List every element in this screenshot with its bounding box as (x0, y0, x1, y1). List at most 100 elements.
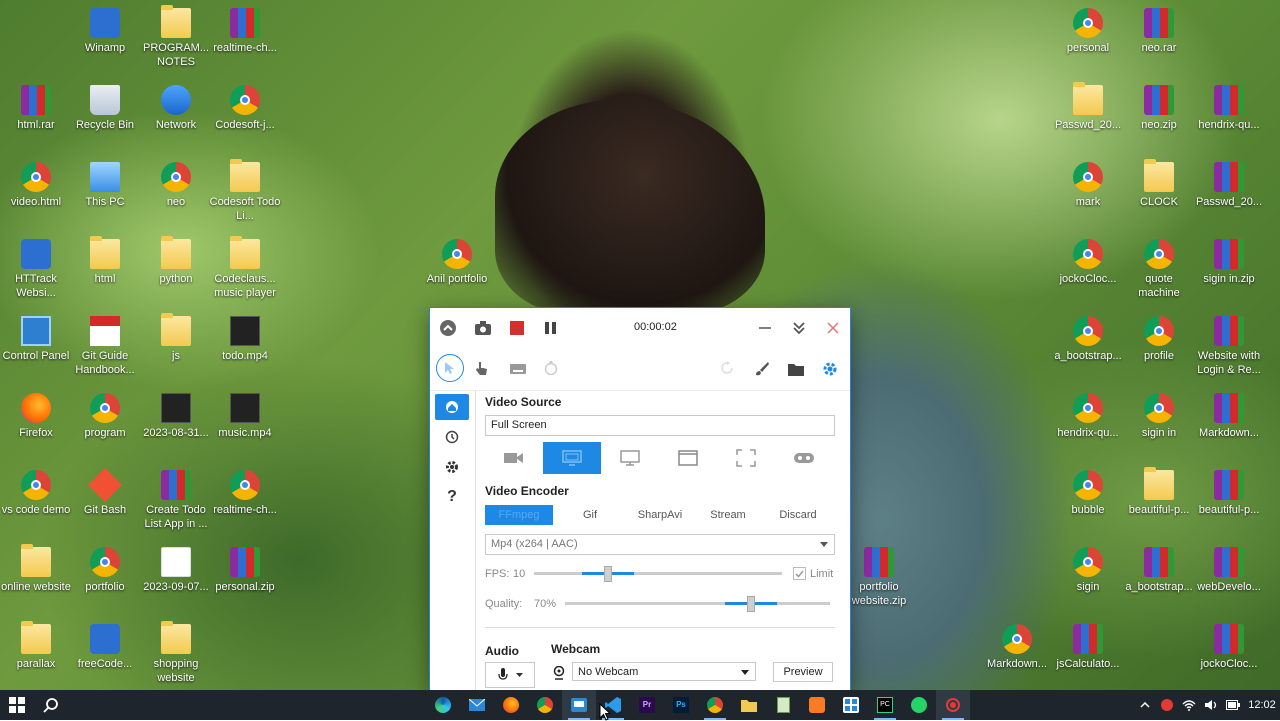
taskbar-explorer[interactable] (732, 690, 766, 720)
desktop-icon[interactable]: Create Todo List App in ... (140, 470, 212, 531)
source-webcam-button[interactable] (485, 442, 543, 474)
source-game-button[interactable] (775, 442, 833, 474)
taskbar-calculator[interactable] (834, 690, 868, 720)
desktop-icon[interactable]: hendrix-qu... (1052, 393, 1124, 440)
source-window-button[interactable] (659, 442, 717, 474)
collapse-button[interactable] (430, 308, 466, 348)
desktop-icon[interactable]: HTTrack Websi... (0, 239, 72, 300)
audio-device-button[interactable] (485, 662, 535, 688)
desktop-icon[interactable]: Control Panel (0, 316, 72, 363)
taskbar-notepad[interactable] (766, 690, 800, 720)
desktop-icon[interactable]: neo (140, 162, 212, 209)
search-button[interactable] (34, 690, 68, 720)
taskbar-whatsapp[interactable] (902, 690, 936, 720)
desktop-icon[interactable]: python (140, 236, 212, 286)
desktop-icon[interactable]: profile (1123, 316, 1195, 363)
desktop-icon[interactable]: video.html (0, 162, 72, 209)
taskbar-photoshop[interactable]: Ps (664, 690, 698, 720)
stop-record-button[interactable] (500, 308, 534, 348)
limit-checkbox[interactable] (793, 567, 806, 580)
desktop-icon[interactable]: 2023-09-07... (140, 547, 212, 594)
desktop-icon[interactable]: portfolio (69, 547, 141, 594)
desktop-icon[interactable]: html (69, 236, 141, 286)
tab-stream[interactable]: Stream (693, 509, 763, 521)
taskbar-firefox[interactable] (494, 690, 528, 720)
desktop-icon[interactable]: js (140, 313, 212, 363)
desktop-icon[interactable]: beautiful-p... (1123, 467, 1195, 517)
desktop-icon[interactable]: sigin in (1123, 393, 1195, 440)
taskbar-chrome-2[interactable] (698, 690, 732, 720)
desktop-icon[interactable]: Recycle Bin (69, 85, 141, 132)
nav-home[interactable] (435, 394, 469, 420)
desktop-icon[interactable]: online website (0, 544, 72, 594)
desktop-icon[interactable]: program (69, 393, 141, 440)
elapsed-toggle[interactable] (544, 361, 558, 378)
tab-gif[interactable]: Gif (553, 509, 627, 521)
desktop-icon[interactable]: jockoCloc... (1193, 624, 1265, 671)
desktop-icon[interactable]: neo.zip (1123, 85, 1195, 132)
desktop-icon[interactable]: neo.rar (1123, 8, 1195, 55)
desktop-icon[interactable]: sigin (1052, 547, 1124, 594)
desktop-icon[interactable]: realtime-ch... (209, 470, 281, 517)
source-region-button[interactable] (717, 442, 775, 474)
settings-button[interactable] (822, 361, 838, 380)
desktop-icon[interactable]: Git Bash (69, 468, 141, 517)
minimal-mode-button[interactable] (782, 308, 816, 348)
taskbar-recorder[interactable] (562, 690, 596, 720)
desktop-icon[interactable]: jsCalculato... (1052, 624, 1124, 671)
desktop-icon[interactable]: Codesoft-j... (209, 85, 281, 132)
taskbar-clock[interactable]: 12:02 (1244, 699, 1280, 711)
nav-history[interactable] (435, 424, 469, 450)
desktop-icon[interactable]: freeCode... (69, 624, 141, 671)
tab-discard[interactable]: Discard (763, 509, 833, 521)
fps-slider[interactable] (534, 563, 782, 585)
desktop-icon[interactable]: hendrix-qu... (1193, 85, 1265, 132)
taskbar-premiere[interactable]: Pr (630, 690, 664, 720)
desktop-icon[interactable]: realtime-ch... (209, 8, 281, 55)
desktop-icon[interactable]: webDevelo... (1193, 547, 1265, 594)
desktop-icon[interactable]: jockoCloc... (1052, 239, 1124, 286)
desktop-icon[interactable]: Markdown... (1193, 393, 1265, 440)
taskbar-screen-recorder[interactable] (936, 690, 970, 720)
fps-thumb[interactable] (604, 566, 612, 582)
desktop-icon[interactable]: shopping website (140, 621, 212, 685)
desktop-icon[interactable]: Passwd_20... (1052, 82, 1124, 132)
output-folder-button[interactable] (788, 362, 804, 379)
taskbar-chrome[interactable] (528, 690, 562, 720)
desktop-icon[interactable]: vs code demo (0, 470, 72, 517)
nav-settings[interactable] (435, 454, 469, 480)
desktop-icon[interactable]: Website with Login & Re... (1193, 316, 1265, 377)
clicks-toggle[interactable] (474, 361, 488, 380)
close-button[interactable] (816, 308, 850, 348)
tab-sharpavi[interactable]: SharpAvi (627, 509, 693, 521)
start-button[interactable] (0, 690, 34, 720)
source-fullscreen-button[interactable] (543, 442, 601, 474)
desktop-icon[interactable]: Firefox (0, 393, 72, 440)
desktop-icon[interactable]: todo.mp4 (209, 316, 281, 363)
desktop-icon[interactable]: sigin in.zip (1193, 239, 1265, 286)
refresh-button[interactable] (720, 361, 734, 378)
desktop-icon[interactable]: Anil portfolio (421, 239, 493, 286)
tab-ffmpeg[interactable]: FFmpeg (485, 505, 553, 525)
minimize-button[interactable] (748, 308, 782, 348)
taskbar-xampp[interactable] (800, 690, 834, 720)
quality-slider[interactable] (565, 593, 830, 615)
desktop-icon[interactable]: personal.zip (209, 547, 281, 594)
desktop-icon[interactable]: bubble (1052, 470, 1124, 517)
quality-thumb[interactable] (747, 596, 755, 612)
desktop-icon[interactable]: Git Guide Handbook... (69, 316, 141, 377)
taskbar-edge[interactable] (426, 690, 460, 720)
desktop-icon[interactable]: Codesoft Todo Li... (209, 159, 281, 223)
desktop-icon[interactable]: Network (140, 85, 212, 132)
recorder-titlebar[interactable]: 00:00:02 (430, 308, 850, 348)
nav-help[interactable]: ? (435, 484, 469, 510)
desktop-icon[interactable]: mark (1052, 162, 1124, 209)
desktop-icon[interactable]: Codeclaus... music player (209, 236, 281, 300)
tray-volume[interactable] (1200, 690, 1222, 720)
desktop-icon[interactable]: quote machine (1123, 239, 1195, 300)
tray-wifi[interactable] (1178, 690, 1200, 720)
desktop-icon[interactable]: CLOCK (1123, 159, 1195, 209)
desktop-icon[interactable]: Winamp (69, 8, 141, 55)
desktop-icon[interactable]: portfolio website.zip (843, 547, 915, 608)
tray-record-indicator[interactable] (1156, 690, 1178, 720)
